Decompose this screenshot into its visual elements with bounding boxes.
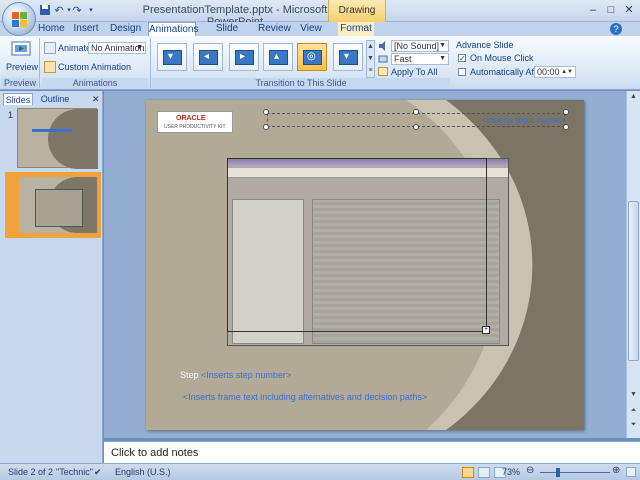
preview-group-label: Preview [2, 78, 38, 89]
resize-handle[interactable] [263, 109, 269, 115]
scroll-thumb[interactable] [628, 201, 639, 361]
logo-oracle-text: ORACLE [176, 115, 206, 122]
advance-slide-label: Advance Slide [456, 40, 514, 50]
scroll-down-icon[interactable]: ▼ [628, 391, 639, 401]
group-separator [150, 38, 151, 88]
custom-animation-icon [44, 61, 56, 73]
tab-outline[interactable]: Outline [38, 93, 72, 105]
gallery-scroll[interactable]: ▲ ▼ ≡ [366, 40, 375, 78]
resize-handle[interactable] [413, 124, 419, 130]
animations-group-label: Animations [42, 78, 148, 89]
fit-to-window-icon[interactable] [626, 467, 636, 477]
tab-design[interactable]: Design [110, 22, 141, 36]
logo-upk-text: USER PRODUCTIVITY KIT [164, 124, 226, 130]
animate-icon [44, 42, 56, 54]
notes-pane[interactable]: Click to add notes [104, 441, 640, 463]
speed-select-value: Fast [394, 54, 412, 64]
tab-insert[interactable]: Insert [72, 22, 100, 36]
office-logo-icon [12, 12, 27, 27]
chevron-down-icon: ▼ [136, 44, 143, 51]
apply-to-all-button[interactable]: Apply To All [391, 67, 437, 77]
tab-slide-show[interactable]: Slide Show [204, 22, 250, 48]
transition-push-up[interactable]: ▴ [263, 43, 293, 71]
zoom-out-icon[interactable]: ⊖ [526, 465, 534, 476]
maximize-button[interactable]: □ [602, 2, 620, 18]
normal-view-icon[interactable] [462, 467, 474, 478]
redo-icon[interactable]: ↷ [70, 4, 84, 18]
slide-sorter-icon[interactable] [478, 467, 490, 478]
auto-after-checkbox[interactable] [458, 68, 466, 76]
zoom-level[interactable]: 73% [502, 467, 520, 477]
on-mouse-click-checkbox[interactable]: ✓ [458, 54, 466, 63]
previous-slide-icon[interactable]: ⏶ [628, 407, 639, 417]
office-button[interactable] [2, 2, 36, 36]
sound-icon [378, 41, 388, 51]
slide-count: Slide 2 of 2 [8, 467, 54, 477]
zoom-in-icon[interactable]: ⊕ [612, 465, 620, 476]
close-panel-icon[interactable]: ✕ [92, 94, 100, 105]
next-slide-icon[interactable]: ⏷ [628, 421, 639, 431]
auto-after-spinner[interactable]: 00:00 ▲▼ [534, 66, 576, 78]
resize-handle[interactable] [413, 109, 419, 115]
step-placeholder: <Inserts step number> [201, 370, 292, 380]
frame-outline [227, 158, 487, 332]
help-icon[interactable]: ? [610, 23, 622, 35]
sound-select[interactable]: [No Sound] ▼ [391, 40, 449, 52]
resize-handle[interactable] [563, 109, 569, 115]
sound-select-value: [No Sound] [394, 41, 440, 51]
save-icon[interactable] [38, 4, 52, 18]
tab-view[interactable]: View [298, 22, 324, 36]
preview-button[interactable]: Preview [6, 62, 38, 72]
chevron-down-icon: ▼ [439, 55, 446, 62]
resize-handle[interactable] [263, 124, 269, 130]
qat-customize-icon[interactable]: ▾ [84, 4, 98, 18]
transition-push-left[interactable]: ◂ [193, 43, 223, 71]
frame-text-placeholder[interactable]: <Inserts frame text including alternativ… [183, 392, 427, 402]
slide-thumbnail-1[interactable] [17, 108, 98, 169]
minimize-button[interactable]: – [584, 2, 602, 18]
tab-review[interactable]: Review [258, 22, 291, 36]
transition-group-label: Transition to This Slide [152, 78, 450, 89]
slide-canvas[interactable]: ORACLE USER PRODUCTIVITY KIT <Inserts to… [146, 100, 584, 430]
theme-name: "Technic" [56, 467, 93, 477]
animate-select[interactable]: No Animation ▼ [88, 42, 146, 54]
custom-animation-button[interactable]: Custom Animation [58, 62, 131, 72]
transition-cover-down[interactable]: ▾ [333, 43, 363, 71]
speed-select[interactable]: Fast ▼ [391, 53, 449, 65]
zoom-slider-thumb[interactable] [556, 468, 560, 477]
transition-push-down[interactable]: ▾ [157, 43, 187, 71]
group-separator [39, 38, 40, 88]
speed-icon [378, 54, 388, 64]
resize-handle[interactable] [563, 124, 569, 130]
transition-selected[interactable]: ◎ [297, 43, 327, 71]
drawing-tools-context: Drawing Tools [328, 0, 386, 38]
vertical-scrollbar[interactable]: ▲ ▼ ⏶ ⏷ [626, 91, 640, 438]
chevron-down-icon: ▼ [439, 42, 446, 49]
apply-to-all-icon [378, 67, 388, 76]
zoom-slider-track[interactable] [540, 472, 610, 473]
scroll-up-icon[interactable]: ▲ [628, 93, 639, 103]
move-handle-icon[interactable]: + [482, 326, 490, 334]
slide-number-1: 1 [8, 110, 14, 120]
tab-format[interactable]: Format [338, 22, 374, 36]
language[interactable]: English (U.S.) [115, 467, 171, 477]
auto-after-value: 00:00 [537, 67, 560, 77]
notes-placeholder[interactable]: Click to add notes [111, 447, 198, 459]
step-label: Step [180, 370, 199, 380]
status-bar: Slide 2 of 2 "Technic" ✔ English (U.S.) … [0, 463, 640, 480]
tab-animations[interactable]: Animations [148, 22, 198, 36]
step-line[interactable]: Step <Inserts step number> [180, 370, 291, 380]
spelling-icon[interactable]: ✔ [94, 467, 102, 478]
topic-placeholder-text[interactable]: <Inserts topic name> [481, 115, 565, 125]
on-mouse-click-label: On Mouse Click [470, 53, 534, 63]
tab-slides[interactable]: Slides [3, 93, 33, 105]
slide-thumbnail-2[interactable] [17, 175, 97, 235]
oracle-logo: ORACLE USER PRODUCTIVITY KIT [157, 111, 233, 133]
transition-push-right[interactable]: ▸ [229, 43, 259, 71]
close-button[interactable]: ✕ [620, 2, 638, 18]
tab-home[interactable]: Home [38, 22, 65, 36]
spinner-arrows-icon[interactable]: ▲▼ [561, 67, 573, 77]
preview-icon[interactable] [10, 40, 32, 60]
